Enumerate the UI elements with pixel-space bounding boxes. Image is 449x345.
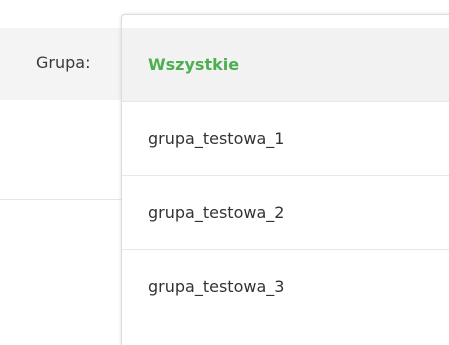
dropdown-option-all[interactable]: Wszystkie (122, 28, 449, 102)
row-divider (0, 199, 121, 200)
group-dropdown-list[interactable]: Wszystkie grupa_testowa_1 grupa_testowa_… (121, 14, 449, 345)
group-filter-label: Grupa: (36, 53, 91, 72)
dropdown-option-grupa-testowa-2[interactable]: grupa_testowa_2 (122, 176, 449, 250)
dropdown-option-grupa-testowa-3[interactable]: grupa_testowa_3 (122, 250, 449, 324)
dropdown-option-grupa-testowa-1[interactable]: grupa_testowa_1 (122, 102, 449, 176)
